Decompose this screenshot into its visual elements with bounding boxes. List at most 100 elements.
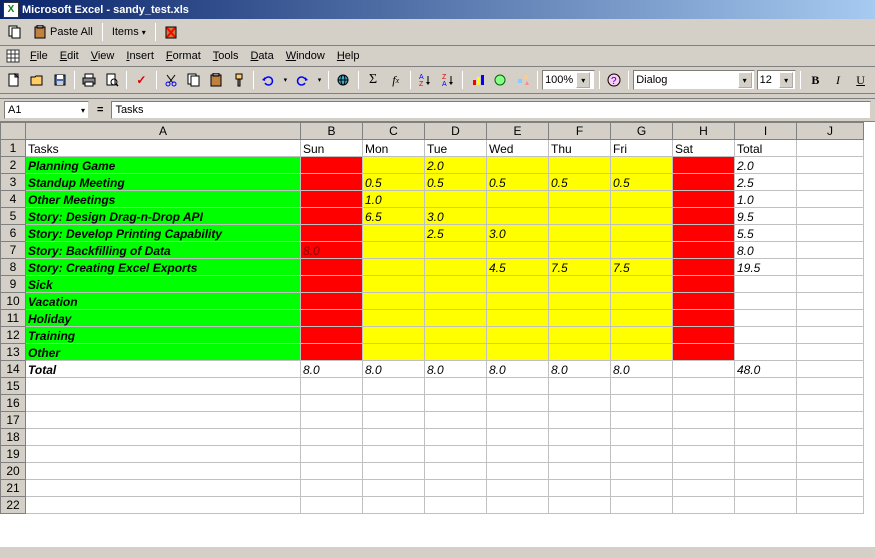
- row-header-6[interactable]: 6: [1, 225, 26, 242]
- chevron-down-icon[interactable]: ▾: [81, 106, 85, 115]
- cell[interactable]: [363, 327, 425, 344]
- cell[interactable]: [673, 293, 735, 310]
- cell[interactable]: [797, 191, 864, 208]
- cell[interactable]: Sun: [301, 140, 363, 157]
- print-preview-icon[interactable]: [101, 69, 122, 91]
- underline-button[interactable]: U: [850, 69, 871, 91]
- row-header-14[interactable]: 14: [1, 361, 26, 378]
- copy-icon-2[interactable]: [183, 69, 204, 91]
- cell[interactable]: [487, 463, 549, 480]
- cell[interactable]: [549, 225, 611, 242]
- menu-edit[interactable]: Edit: [54, 48, 85, 64]
- cell[interactable]: Mon: [363, 140, 425, 157]
- cell[interactable]: [363, 480, 425, 497]
- column-header-G[interactable]: G: [611, 123, 673, 140]
- cell[interactable]: 3.0: [487, 225, 549, 242]
- cell[interactable]: [611, 310, 673, 327]
- help-icon[interactable]: ?: [604, 69, 625, 91]
- cell[interactable]: [425, 259, 487, 276]
- cell[interactable]: [363, 276, 425, 293]
- cell[interactable]: [549, 395, 611, 412]
- cell[interactable]: [611, 446, 673, 463]
- cell[interactable]: [301, 208, 363, 225]
- cell[interactable]: [363, 378, 425, 395]
- cell[interactable]: Training: [26, 327, 301, 344]
- cell[interactable]: 5.5: [735, 225, 797, 242]
- cell[interactable]: [487, 480, 549, 497]
- clear-clipboard-icon[interactable]: [160, 21, 182, 43]
- cell[interactable]: [487, 276, 549, 293]
- cell[interactable]: [611, 242, 673, 259]
- cell[interactable]: [673, 412, 735, 429]
- cell[interactable]: 8.0: [301, 242, 363, 259]
- open-icon[interactable]: [27, 69, 48, 91]
- cell[interactable]: 8.0: [487, 361, 549, 378]
- cell[interactable]: [735, 378, 797, 395]
- cell[interactable]: [301, 497, 363, 514]
- cell[interactable]: 4.5: [487, 259, 549, 276]
- cell[interactable]: [425, 310, 487, 327]
- cell[interactable]: [363, 344, 425, 361]
- column-header-H[interactable]: H: [673, 123, 735, 140]
- cell[interactable]: [797, 242, 864, 259]
- cell[interactable]: [549, 157, 611, 174]
- cell[interactable]: [611, 276, 673, 293]
- items-button[interactable]: Items ▾: [107, 21, 151, 43]
- cell[interactable]: [487, 378, 549, 395]
- cell[interactable]: [611, 293, 673, 310]
- cell[interactable]: 8.0: [363, 361, 425, 378]
- cell[interactable]: [735, 293, 797, 310]
- cell[interactable]: [611, 327, 673, 344]
- cell[interactable]: 9.5: [735, 208, 797, 225]
- cell[interactable]: 7.5: [611, 259, 673, 276]
- cell[interactable]: Story: Creating Excel Exports: [26, 259, 301, 276]
- cell[interactable]: [735, 429, 797, 446]
- cell[interactable]: [611, 497, 673, 514]
- cell[interactable]: [549, 429, 611, 446]
- row-header-7[interactable]: 7: [1, 242, 26, 259]
- menu-tools[interactable]: Tools: [207, 48, 245, 64]
- cell[interactable]: [301, 310, 363, 327]
- cell[interactable]: [549, 276, 611, 293]
- row-header-20[interactable]: 20: [1, 463, 26, 480]
- cell[interactable]: [301, 276, 363, 293]
- cell[interactable]: 8.0: [301, 361, 363, 378]
- row-header-13[interactable]: 13: [1, 344, 26, 361]
- cell[interactable]: Sick: [26, 276, 301, 293]
- cell[interactable]: 1.0: [363, 191, 425, 208]
- cell[interactable]: [735, 497, 797, 514]
- cell[interactable]: [26, 446, 301, 463]
- cell[interactable]: [425, 446, 487, 463]
- cell[interactable]: Fri: [611, 140, 673, 157]
- cell[interactable]: [487, 327, 549, 344]
- chevron-down-icon[interactable]: ▾: [738, 72, 752, 88]
- cell[interactable]: [363, 293, 425, 310]
- cell[interactable]: [735, 344, 797, 361]
- menu-window[interactable]: Window: [280, 48, 331, 64]
- cell[interactable]: [549, 310, 611, 327]
- name-box[interactable]: A1 ▾: [4, 101, 89, 119]
- cell[interactable]: [425, 480, 487, 497]
- new-icon[interactable]: [4, 69, 25, 91]
- cell[interactable]: [549, 191, 611, 208]
- cell[interactable]: [797, 429, 864, 446]
- cell[interactable]: [425, 412, 487, 429]
- cell[interactable]: [26, 412, 301, 429]
- cell[interactable]: [301, 480, 363, 497]
- cell[interactable]: [425, 276, 487, 293]
- cell[interactable]: [487, 208, 549, 225]
- cell[interactable]: [301, 191, 363, 208]
- cell[interactable]: [549, 378, 611, 395]
- cell[interactable]: [735, 412, 797, 429]
- cell[interactable]: Tue: [425, 140, 487, 157]
- formula-input[interactable]: Tasks: [111, 101, 871, 119]
- cell[interactable]: [301, 429, 363, 446]
- chevron-down-icon[interactable]: ▾: [779, 72, 793, 88]
- cell[interactable]: Wed: [487, 140, 549, 157]
- cell[interactable]: [363, 259, 425, 276]
- cell[interactable]: [549, 293, 611, 310]
- cell[interactable]: [363, 310, 425, 327]
- cell[interactable]: [425, 497, 487, 514]
- cell[interactable]: [363, 242, 425, 259]
- cell[interactable]: [549, 480, 611, 497]
